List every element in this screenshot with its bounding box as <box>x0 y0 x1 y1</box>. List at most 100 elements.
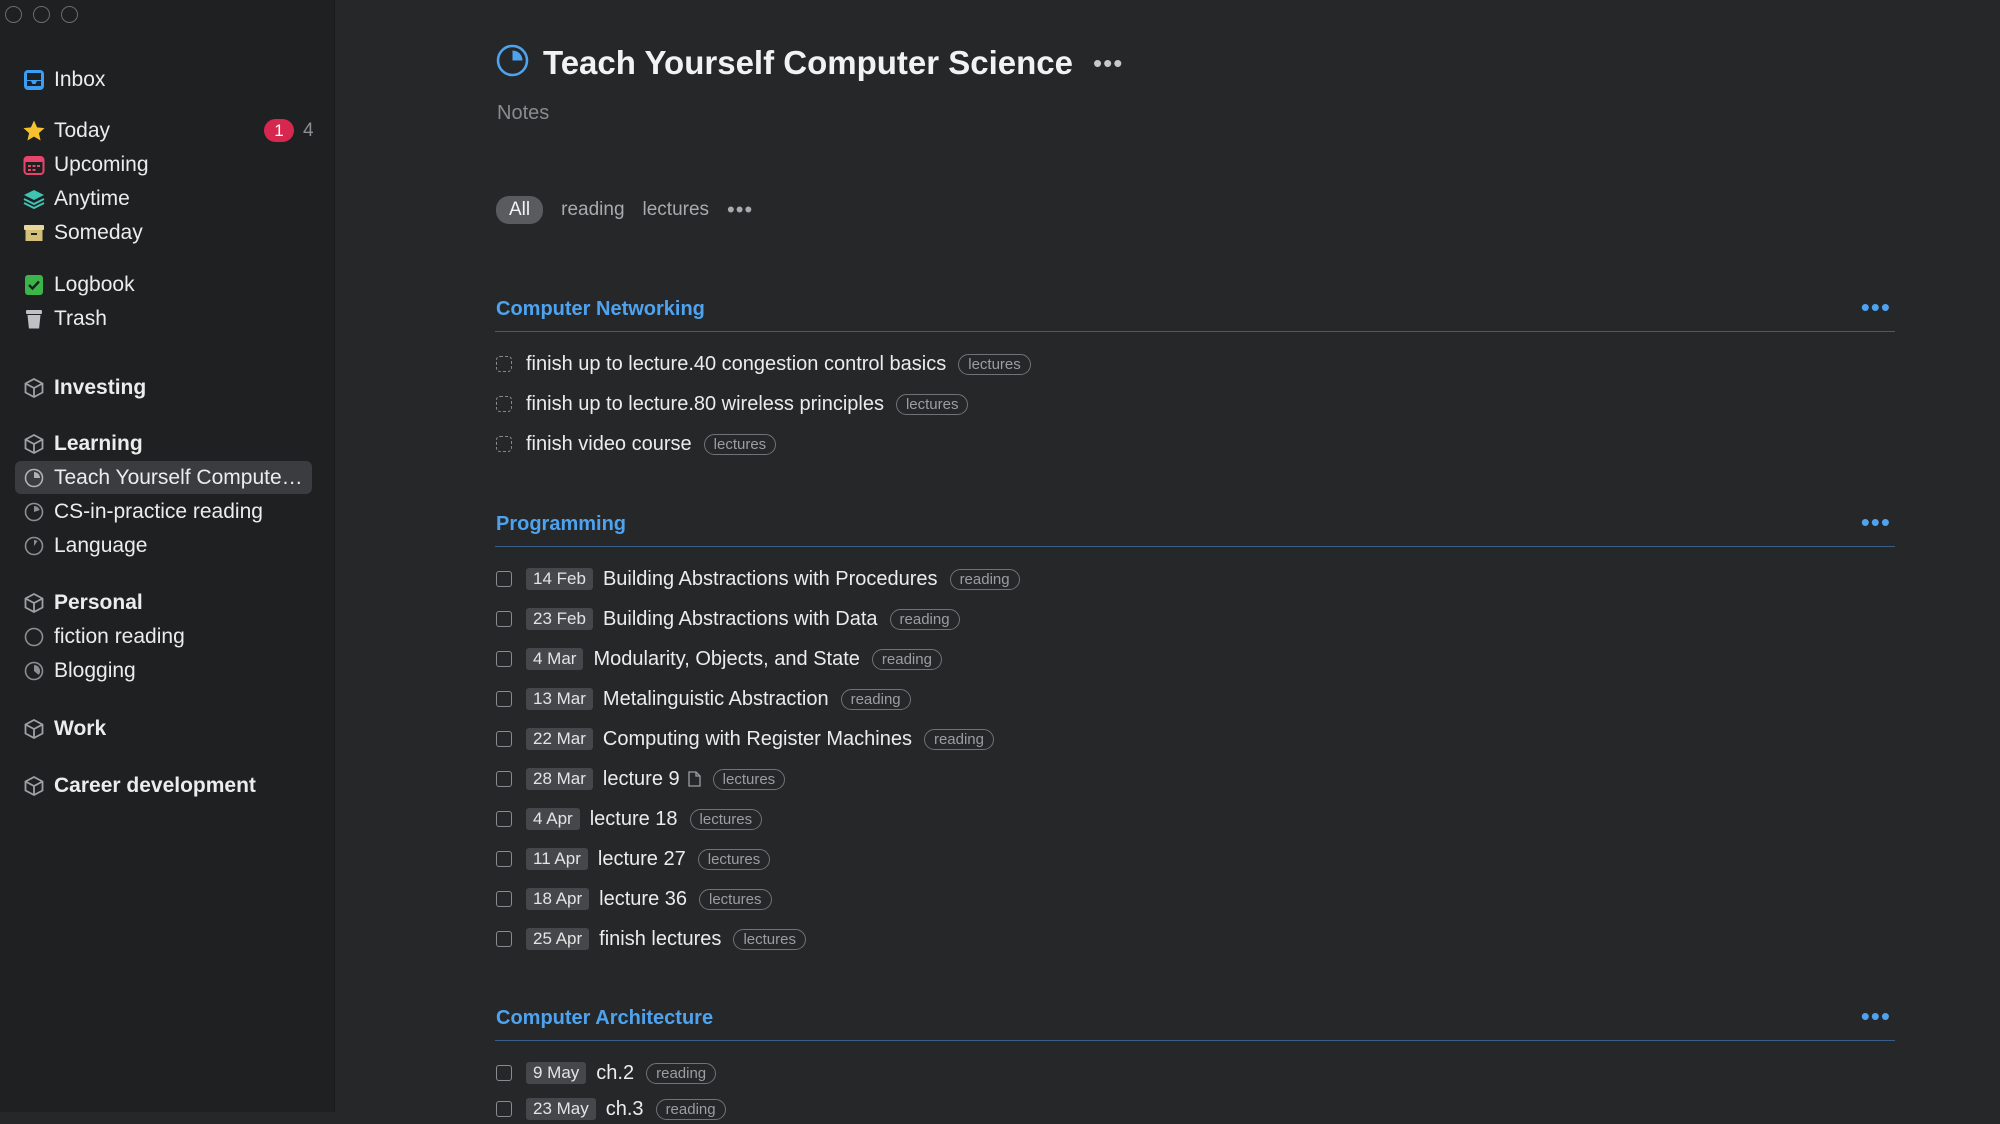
task-row[interactable]: 9 May ch.2 reading <box>496 1058 717 1088</box>
project-view: Teach Yourself Computer Science ••• Note… <box>336 0 2000 1120</box>
sidebar-project-language[interactable]: Language <box>15 529 312 562</box>
sidebar-project-fiction-reading[interactable]: fiction reading <box>15 620 312 653</box>
task-row[interactable]: 28 Mar lecture 9 lectures <box>496 764 786 794</box>
filter-tag-all[interactable]: All <box>496 196 544 224</box>
sidebar-item-label: Career development <box>54 773 256 797</box>
task-row[interactable]: 23 May ch.3 reading <box>496 1094 726 1124</box>
task-row[interactable]: finish up to lecture.80 wireless princip… <box>496 389 969 419</box>
inbox-tray-icon <box>22 68 46 92</box>
sidebar-item-label: Someday <box>54 220 143 244</box>
task-checkbox[interactable] <box>496 356 512 372</box>
sidebar-project-blogging[interactable]: Blogging <box>15 654 312 687</box>
filter-tag-lectures[interactable]: lectures <box>643 199 710 221</box>
task-date: 23 May <box>526 1098 596 1120</box>
sidebar-item-logbook[interactable]: Logbook <box>15 268 312 301</box>
sidebar-item-label: Personal <box>54 590 143 614</box>
task-checkbox[interactable] <box>496 851 512 867</box>
project-progress-icon <box>22 625 46 649</box>
section-title: Computer Networking <box>496 298 705 320</box>
sidebar-item-inbox[interactable]: Inbox <box>15 63 312 96</box>
section-more-button[interactable]: ••• <box>1861 507 1891 538</box>
task-checkbox[interactable] <box>496 931 512 947</box>
task-title: lecture 27 <box>597 847 686 870</box>
sidebar-item-label: Today <box>54 118 111 142</box>
section-more-button[interactable]: ••• <box>1861 292 1891 323</box>
page-title[interactable]: Teach Yourself Computer Science <box>543 44 1073 82</box>
task-tag: lectures <box>733 928 806 950</box>
sidebar-area-work[interactable]: Work <box>15 712 312 745</box>
note-icon <box>687 771 701 787</box>
filter-tag-reading[interactable]: reading <box>561 199 624 221</box>
task-row[interactable]: finish up to lecture.40 congestion contr… <box>496 349 1031 379</box>
sidebar-item-someday[interactable]: Someday <box>15 216 312 249</box>
section-heading[interactable]: Computer Architecture ••• <box>495 1001 1895 1041</box>
filter-more-button[interactable]: ••• <box>727 197 753 223</box>
close-window-button[interactable] <box>5 6 22 23</box>
task-row[interactable]: 18 Apr lecture 36 lectures <box>496 884 772 914</box>
window-controls <box>5 6 78 23</box>
task-date: 23 Feb <box>526 608 593 630</box>
task-row[interactable]: 4 Mar Modularity, Objects, and State rea… <box>496 644 942 674</box>
sidebar-project-cs-in-practice[interactable]: CS-in-practice reading <box>15 495 312 528</box>
area-cube-icon <box>22 774 46 798</box>
notes-field[interactable]: Notes <box>497 102 549 125</box>
task-checkbox[interactable] <box>496 771 512 787</box>
task-row[interactable]: 14 Feb Building Abstractions with Proced… <box>496 564 1020 594</box>
task-checkbox[interactable] <box>496 611 512 627</box>
task-checkbox[interactable] <box>496 436 512 452</box>
sidebar-item-label: Language <box>54 533 148 557</box>
sidebar-item-upcoming[interactable]: Upcoming <box>15 148 312 181</box>
sidebar-item-anytime[interactable]: Anytime <box>15 182 312 215</box>
task-row[interactable]: 13 Mar Metalinguistic Abstraction readin… <box>496 684 911 714</box>
section-heading[interactable]: Computer Networking ••• <box>495 292 1895 332</box>
task-row[interactable]: 25 Apr finish lectures lectures <box>496 924 806 954</box>
task-checkbox[interactable] <box>496 651 512 667</box>
minimize-window-button[interactable] <box>33 6 50 23</box>
sidebar-area-personal[interactable]: Personal <box>15 586 312 619</box>
task-tag: lectures <box>703 433 777 455</box>
task-tag: lectures <box>958 353 1031 375</box>
task-tag: reading <box>923 728 994 750</box>
task-row[interactable]: 4 Apr lecture 18 lectures <box>496 804 763 834</box>
task-date: 4 Apr <box>526 808 580 830</box>
task-title: lecture 18 <box>589 807 678 830</box>
task-checkbox[interactable] <box>496 691 512 707</box>
task-row[interactable]: finish video course lectures <box>496 429 777 459</box>
sidebar-item-label: Anytime <box>54 186 130 210</box>
task-row[interactable]: 23 Feb Building Abstractions with Data r… <box>496 604 960 634</box>
sidebar-project-teach-yourself-cs[interactable]: Teach Yourself Computer... <box>15 461 312 494</box>
task-date: 9 May <box>526 1062 587 1084</box>
sidebar-item-label: fiction reading <box>54 624 185 648</box>
section-heading[interactable]: Programming ••• <box>495 507 1895 547</box>
task-row[interactable]: 22 Mar Computing with Register Machines … <box>496 724 994 754</box>
zoom-window-button[interactable] <box>61 6 78 23</box>
sidebar-area-career-development[interactable]: Career development <box>15 769 312 802</box>
task-checkbox[interactable] <box>496 891 512 907</box>
task-row[interactable]: 11 Apr lecture 27 lectures <box>496 844 771 874</box>
task-checkbox[interactable] <box>496 811 512 827</box>
task-title: finish up to lecture.80 wireless princip… <box>526 392 884 415</box>
task-checkbox[interactable] <box>496 571 512 587</box>
sidebar-item-label: Logbook <box>54 272 135 296</box>
sidebar-item-label: Teach Yourself Computer... <box>54 465 304 489</box>
task-date: 22 Mar <box>526 728 593 750</box>
sidebar-item-label: Learning <box>54 431 143 455</box>
sidebar-item-trash[interactable]: Trash <box>15 302 312 335</box>
project-more-button[interactable]: ••• <box>1093 48 1123 79</box>
task-checkbox[interactable] <box>496 731 512 747</box>
task-title: lecture 36 <box>599 887 687 910</box>
tag-filter-bar: All reading lectures ••• <box>496 196 753 224</box>
task-checkbox[interactable] <box>496 1101 512 1117</box>
task-tag: reading <box>646 1062 717 1084</box>
task-title: finish up to lecture.40 congestion contr… <box>526 352 947 375</box>
sidebar-item-label: CS-in-practice reading <box>54 499 263 523</box>
task-checkbox[interactable] <box>496 1065 512 1081</box>
trash-icon <box>22 307 46 331</box>
sidebar-area-investing[interactable]: Investing <box>15 371 312 404</box>
task-checkbox[interactable] <box>496 396 512 412</box>
sidebar-item-today[interactable]: Today 1 4 <box>15 114 314 147</box>
task-tag: lectures <box>699 888 772 910</box>
section-more-button[interactable]: ••• <box>1861 1001 1891 1032</box>
sidebar-area-learning[interactable]: Learning <box>15 427 312 460</box>
task-tag: lectures <box>697 848 771 870</box>
